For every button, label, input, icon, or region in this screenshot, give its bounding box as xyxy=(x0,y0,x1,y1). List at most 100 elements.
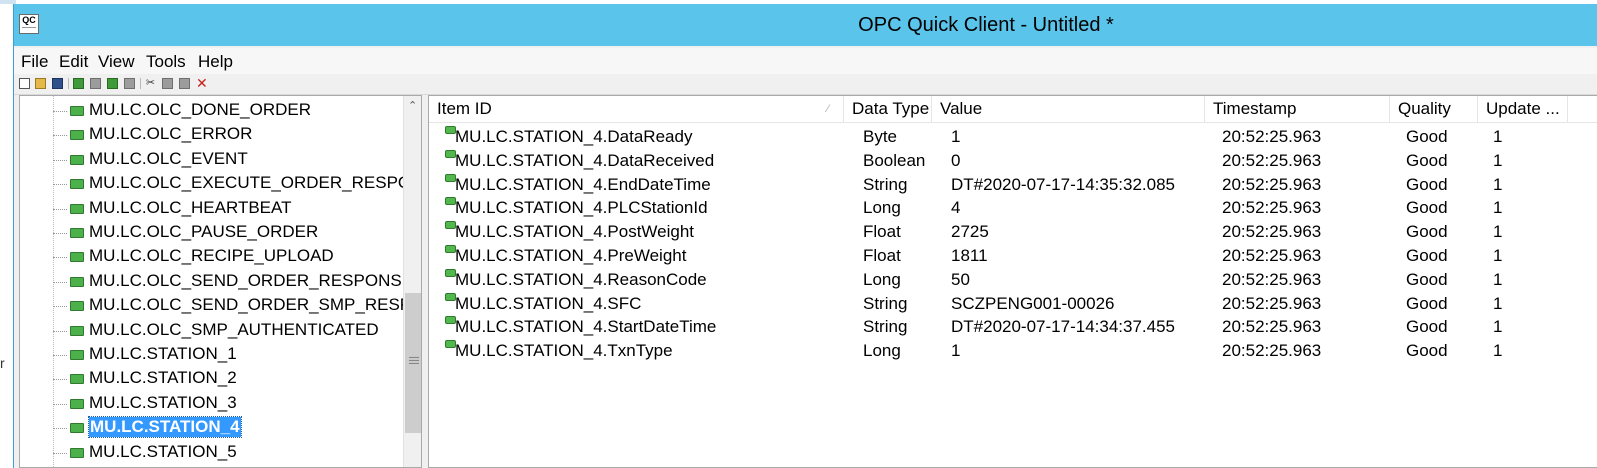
group-folder-icon[interactable] xyxy=(70,398,84,409)
update-count-cell: 1 xyxy=(1493,246,1503,265)
quality-cell: Good xyxy=(1406,317,1448,337)
column-header-timestamp[interactable]: Timestamp xyxy=(1205,96,1390,122)
item-id-cell: MU.LC.STATION_4.ReasonCode xyxy=(455,269,707,289)
tree-item-label[interactable]: MU.LC.STATION_3 xyxy=(89,393,237,413)
table-row[interactable]: MU.LC.STATION_4.StartDateTime String DT#20… xyxy=(429,315,1597,339)
group-folder-icon[interactable] xyxy=(70,447,84,458)
properties-icon[interactable] xyxy=(124,78,135,89)
tree-connector-line xyxy=(53,111,67,113)
new-server-connection-icon[interactable] xyxy=(73,78,84,89)
copy-icon[interactable] xyxy=(162,78,173,89)
item-id-cell: MU.LC.STATION_4.StartDateTime xyxy=(455,317,717,337)
table-row[interactable]: MU.LC.STATION_4.EndDateTime String DT#2020… xyxy=(429,173,1597,197)
delete-icon[interactable]: ✕ xyxy=(196,76,208,90)
title-bar[interactable]: QC OPC Quick Client - Untitled * xyxy=(14,4,1597,46)
tree-item-label[interactable]: MU.LC.OLC_SMP_AUTHENTICATED xyxy=(89,320,379,340)
table-row[interactable]: MU.LC.STATION_4.PLCStationId Long 4 20:52:2… xyxy=(429,196,1597,220)
tree-item-label[interactable]: MU.LC.OLC_RECIPE_UPLOAD xyxy=(89,246,334,266)
menu-file[interactable]: File xyxy=(21,52,48,72)
update-count-cell: 1 xyxy=(1493,127,1503,146)
tree-item-label[interactable]: MU.LC.OLC_EXECUTE_ORDER_RESPONSE xyxy=(89,173,421,193)
tree-item-label[interactable]: MU.LC.OLC_ERROR xyxy=(89,124,252,144)
open-folder-icon[interactable] xyxy=(35,78,46,89)
item-id-cell: MU.LC.STATION_4.DataReceived xyxy=(455,150,715,170)
scroll-thumb[interactable]: — — — xyxy=(405,293,421,433)
opc-quick-client-window: QC OPC Quick Client - Untitled * File Ed… xyxy=(13,4,1597,468)
paste-icon[interactable] xyxy=(179,78,190,89)
tree-item-label[interactable]: MU.LC.STATION_4 xyxy=(88,416,242,439)
item-id-cell: MU.LC.STATION_4.SFC xyxy=(455,293,642,313)
update-count-cell: 1 xyxy=(1493,341,1503,361)
tree-item-label[interactable]: MU.LC.OLC_SEND_ORDER_RESPONSE xyxy=(89,271,413,291)
group-folder-icon[interactable] xyxy=(70,106,84,116)
column-header-item-id[interactable]: Item ID ⁄ xyxy=(429,96,844,122)
menu-help[interactable]: Help xyxy=(198,52,233,72)
group-folder-icon[interactable] xyxy=(70,276,84,287)
value-cell: 50 xyxy=(951,269,970,289)
group-folder-icon[interactable] xyxy=(70,252,84,263)
menu-view[interactable]: View xyxy=(98,52,135,72)
value-cell: 0 xyxy=(951,150,961,170)
table-row[interactable]: MU.LC.STATION_4.SFC String SCZPENG001-0002… xyxy=(429,292,1597,316)
tree-item-label[interactable]: MU.LC.STATION_5 xyxy=(89,442,237,462)
timestamp-cell: 20:52:25.963 xyxy=(1222,174,1322,194)
update-count-cell: 1 xyxy=(1493,222,1503,242)
new-document-icon[interactable] xyxy=(19,78,30,89)
item-id-cell: MU.LC.STATION_4.EndDateTime xyxy=(455,174,711,194)
column-header-data-type[interactable]: Data Type xyxy=(844,96,932,122)
tree-connector-line xyxy=(53,355,67,357)
menu-edit[interactable]: Edit xyxy=(59,52,88,72)
tree-item-label[interactable]: MU.LC.OLC_HEARTBEAT xyxy=(89,198,291,218)
group-folder-icon[interactable] xyxy=(70,423,84,434)
tree-item-label[interactable]: MU.LC.OLC_DONE_ORDER xyxy=(89,100,311,120)
tree-connector-line xyxy=(53,379,67,381)
tree-connector-line xyxy=(53,135,67,137)
timestamp-cell: 20:52:25.963 xyxy=(1222,246,1322,265)
table-row[interactable]: MU.LC.STATION_4.TxnType Long 1 20:52:25.963… xyxy=(429,339,1597,363)
data-type-cell: Long xyxy=(863,341,901,361)
item-id-cell: MU.LC.STATION_4.PreWeight xyxy=(455,246,687,265)
new-group-icon[interactable] xyxy=(90,78,101,89)
group-folder-icon[interactable] xyxy=(70,325,84,336)
data-type-cell: Float xyxy=(863,246,901,265)
tree-item-label[interactable]: MU.LC.OLC_SEND_ORDER_SMP_RESPON xyxy=(89,295,421,315)
group-folder-icon[interactable] xyxy=(70,350,84,360)
table-row[interactable]: MU.LC.STATION_4.PreWeight Float 1811 20:52:… xyxy=(429,244,1597,268)
table-row[interactable]: MU.LC.STATION_4.DataReady Byte 1 20:52:25.9… xyxy=(429,125,1597,149)
column-header-update-count[interactable]: Update ... xyxy=(1478,96,1568,122)
column-header-quality[interactable]: Quality xyxy=(1390,96,1478,122)
server-tree-pane[interactable]: MU.LC.OLC_DONE_ORDER MU.LC.OLC_ERROR MU.LC… xyxy=(19,95,422,468)
table-row[interactable]: MU.LC.STATION_4.DataReceived Boolean 0 20:5… xyxy=(429,149,1597,173)
timestamp-cell: 20:52:25.963 xyxy=(1222,222,1322,242)
save-icon[interactable] xyxy=(52,78,63,89)
quality-cell: Good xyxy=(1406,269,1448,289)
table-row[interactable]: MU.LC.STATION_4.ReasonCode Long 50 20:52:25… xyxy=(429,268,1597,292)
timestamp-cell: 20:52:25.963 xyxy=(1222,269,1322,289)
value-cell: 1 xyxy=(951,127,961,146)
toolbar-separator xyxy=(140,78,141,89)
group-folder-icon[interactable] xyxy=(70,374,84,385)
data-type-cell: Byte xyxy=(863,127,898,146)
window-title: OPC Quick Client - Untitled * xyxy=(858,14,1114,36)
cut-icon[interactable]: ✂ xyxy=(145,78,156,89)
column-header-value[interactable]: Value xyxy=(932,96,1205,122)
tree-connector-line xyxy=(53,257,67,259)
tree-scrollbar[interactable]: ⌃ — — — xyxy=(403,96,421,467)
tree-item-label[interactable]: MU.LC.OLC_PAUSE_ORDER xyxy=(89,222,318,242)
group-folder-icon[interactable] xyxy=(70,130,84,141)
timestamp-cell: 20:52:25.963 xyxy=(1222,317,1322,337)
tree-item-label[interactable]: MU.LC.STATION_2 xyxy=(89,368,237,388)
data-type-cell: String xyxy=(863,174,908,194)
new-item-icon[interactable] xyxy=(107,78,118,89)
group-folder-icon[interactable] xyxy=(70,301,84,312)
group-folder-icon[interactable] xyxy=(70,179,84,190)
items-list-pane[interactable]: Item ID ⁄ Data Type Value Timestamp Qual… xyxy=(428,95,1597,468)
group-folder-icon[interactable] xyxy=(70,154,84,165)
scroll-up-arrow-icon[interactable]: ⌃ xyxy=(408,99,417,112)
tree-item-label[interactable]: MU.LC.OLC_EVENT xyxy=(89,149,248,169)
group-folder-icon[interactable] xyxy=(70,203,84,214)
tree-item-label[interactable]: MU.LC.STATION_1 xyxy=(89,344,237,364)
group-folder-icon[interactable] xyxy=(70,228,84,238)
table-row[interactable]: MU.LC.STATION_4.PostWeight Float 2725 20:52… xyxy=(429,220,1597,244)
menu-tools[interactable]: Tools xyxy=(146,52,186,72)
